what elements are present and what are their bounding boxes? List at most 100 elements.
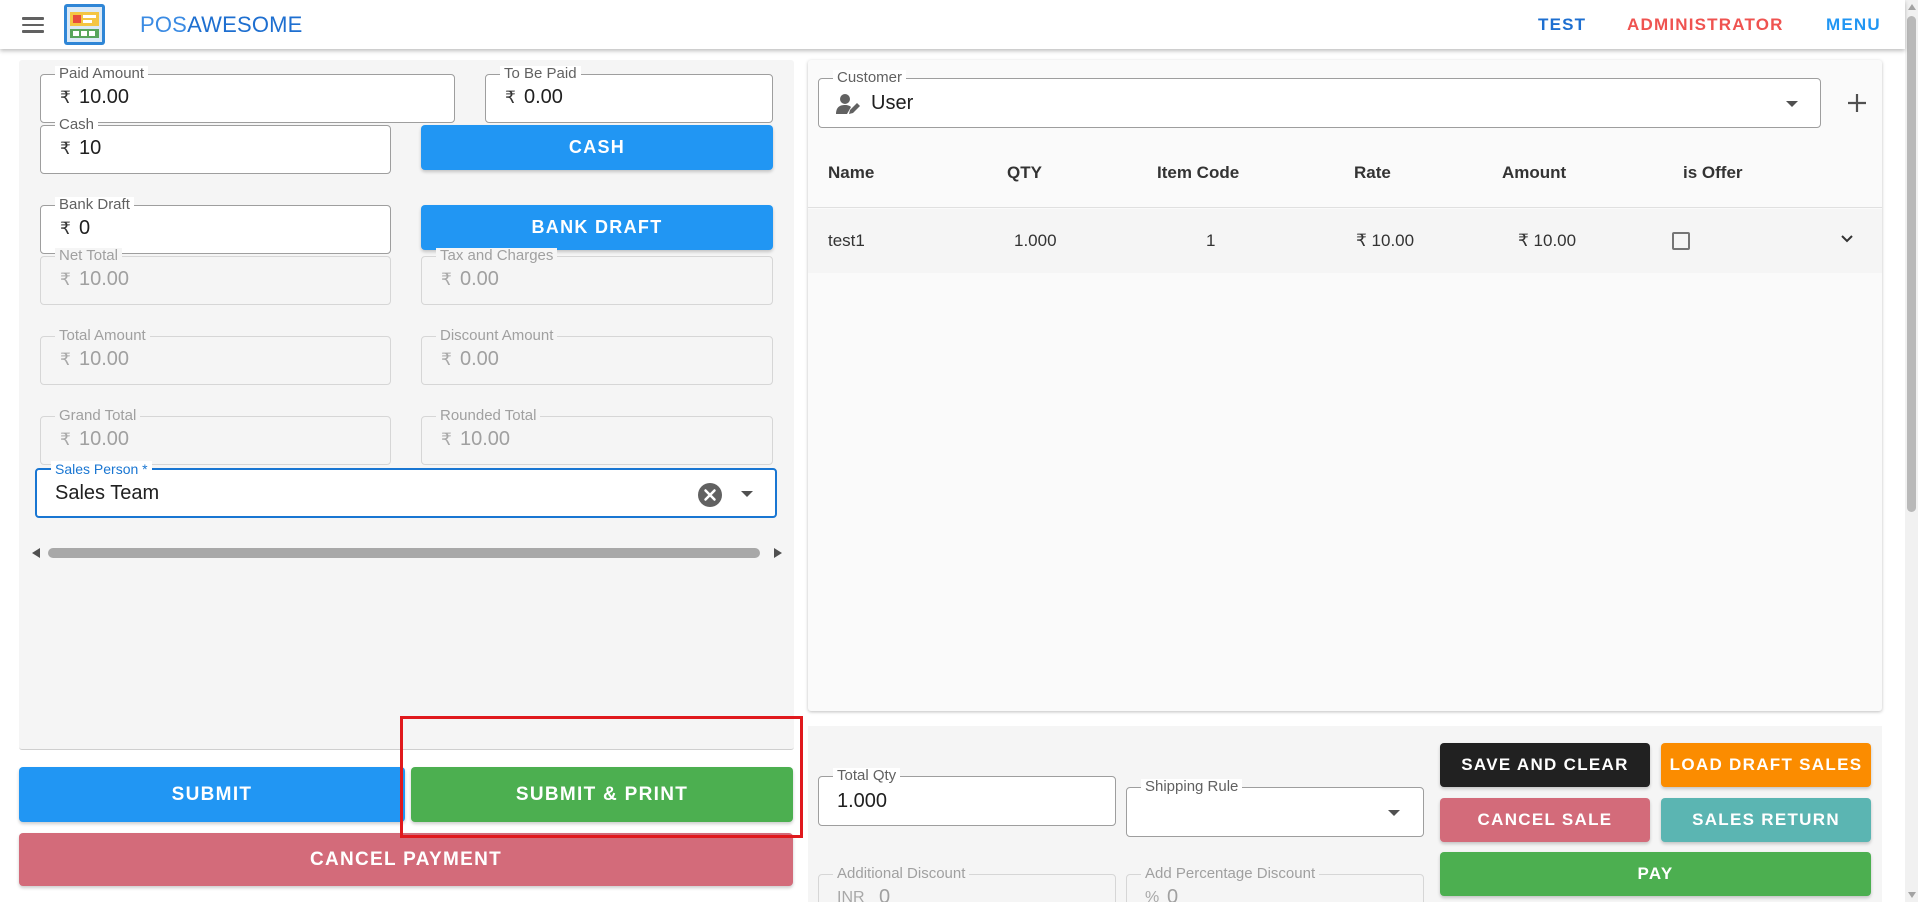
currency-symbol: ₹ [505,88,516,107]
currency-symbol: ₹ [60,270,71,289]
field-label: Net Total [55,248,122,264]
field-label: Paid Amount [55,66,149,82]
sales-person-select[interactable]: Sales Person * Sales Team [35,461,777,518]
field-label: Customer [833,70,907,86]
shipping-rule-select[interactable]: Shipping Rule [1126,779,1424,837]
scroll-left-icon[interactable] [32,548,40,558]
field-label: Total Qty [833,768,901,784]
pay-button[interactable]: PAY [1440,852,1871,896]
field-prefix: INR [837,889,865,902]
save-and-clear-button[interactable]: SAVE AND CLEAR [1440,743,1650,787]
expand-row-icon[interactable] [1840,234,1854,244]
total-amount-field: Total Amount ₹ 10.00 [40,328,391,385]
field-label: Sales Person * [51,461,152,477]
discount-amount-field: Discount Amount ₹ 0.00 [421,328,773,385]
item-qty-cell: 1.000 [1014,231,1057,250]
cancel-sale-button[interactable]: CANCEL SALE [1440,798,1650,842]
items-panel [808,60,1882,711]
item-name-cell: test1 [828,231,865,250]
nav-test-link[interactable]: TEST [1538,15,1586,35]
field-label: To Be Paid [500,66,581,82]
field-label: Rounded Total [436,408,541,424]
currency-symbol: ₹ [60,430,71,449]
field-label: Grand Total [55,408,141,424]
total-qty-field[interactable]: Total Qty 1.000 [818,768,1116,826]
brand-title: POSAWESOME [140,12,303,37]
field-label: Additional Discount [833,866,970,882]
field-value: 0 [879,886,891,902]
field-value: 0.00 [460,348,499,370]
submit-and-print-button[interactable]: SUBMIT & PRINT [411,767,793,822]
user-edit-icon [836,94,860,114]
submit-button[interactable]: SUBMIT [19,767,405,822]
field-value: User [871,92,914,114]
field-prefix: % [1145,889,1160,902]
load-draft-sales-button[interactable]: LOAD DRAFT SALES [1661,743,1871,787]
currency-symbol: ₹ [441,270,452,289]
field-label: Add Percentage Discount [1141,866,1320,882]
scrollbar-thumb[interactable] [1907,16,1916,512]
field-label: Shipping Rule [1141,779,1243,795]
field-value: 10.00 [79,348,130,370]
column-header-item-code[interactable]: Item Code [1157,163,1239,183]
item-amount-cell: ₹ 10.00 [1518,231,1577,250]
column-header-name[interactable]: Name [828,163,874,183]
currency-symbol: ₹ [441,350,452,369]
clear-icon[interactable] [697,482,723,508]
chevron-down-icon[interactable] [1785,100,1799,108]
scroll-down-icon[interactable] [1908,892,1916,898]
grand-total-field: Grand Total ₹ 10.00 [40,408,391,465]
field-value: 10.00 [79,268,130,290]
column-header-amount[interactable]: Amount [1502,163,1566,183]
page-scrollbar[interactable] [1905,0,1918,902]
field-value: 0.00 [524,86,563,108]
cash-field[interactable]: Cash ₹ 10 [40,117,391,174]
field-label: Bank Draft [55,197,134,213]
field-value: 0.00 [460,268,499,290]
field-value: 10 [79,137,102,159]
app-bar: POSAWESOME TEST ADMINISTRATOR MENU [0,0,1905,49]
scroll-up-icon[interactable] [1908,4,1916,10]
chevron-down-icon[interactable] [1387,809,1401,817]
rounded-total-field: Rounded Total ₹ 10.00 [421,408,773,465]
field-value: 10.00 [79,86,130,108]
item-rate-cell: ₹ 10.00 [1356,231,1415,250]
horizontal-scrollbar[interactable] [32,546,782,560]
cancel-payment-button[interactable]: CANCEL PAYMENT [19,833,793,886]
bank-draft-button[interactable]: BANK DRAFT [421,205,773,250]
net-total-field: Net Total ₹ 10.00 [40,248,391,305]
cash-button[interactable]: CASH [421,125,773,170]
column-header-qty[interactable]: QTY [1007,163,1042,183]
tax-and-charges-field: Tax and Charges ₹ 0.00 [421,248,773,305]
field-label: Tax and Charges [436,248,558,264]
field-label: Total Amount [55,328,150,344]
hamburger-menu-icon[interactable] [22,14,46,34]
currency-symbol: ₹ [441,430,452,449]
table-row[interactable] [808,209,1882,273]
field-value: Sales Team [55,482,160,504]
column-header-is-offer[interactable]: is Offer [1683,163,1743,183]
header-divider [808,207,1882,208]
to-be-paid-field[interactable]: To Be Paid ₹ 0.00 [485,66,773,123]
app-logo [64,4,105,45]
chevron-down-icon[interactable] [740,490,754,498]
additional-discount-field: Additional Discount INR 0 [818,866,1116,902]
field-label: Cash [55,117,99,133]
field-value: 10.00 [460,428,511,450]
customer-select[interactable]: Customer User [818,70,1821,128]
paid-amount-field[interactable]: Paid Amount ₹ 10.00 [40,66,455,123]
currency-symbol: ₹ [60,219,71,238]
add-customer-icon[interactable] [1847,93,1867,113]
field-value: 0 [1167,886,1179,902]
field-value: 10.00 [79,428,130,450]
nav-administrator-link[interactable]: ADMINISTRATOR [1627,15,1784,35]
currency-symbol: ₹ [60,350,71,369]
scrollbar-thumb[interactable] [48,548,760,558]
nav-menu-link[interactable]: MENU [1826,15,1881,35]
column-header-rate[interactable]: Rate [1354,163,1391,183]
percentage-discount-field: Add Percentage Discount % 0 [1126,866,1424,902]
sales-return-button[interactable]: SALES RETURN [1661,798,1871,842]
field-value: 0 [79,217,91,239]
scroll-right-icon[interactable] [774,548,782,558]
is-offer-checkbox[interactable] [1672,232,1690,250]
